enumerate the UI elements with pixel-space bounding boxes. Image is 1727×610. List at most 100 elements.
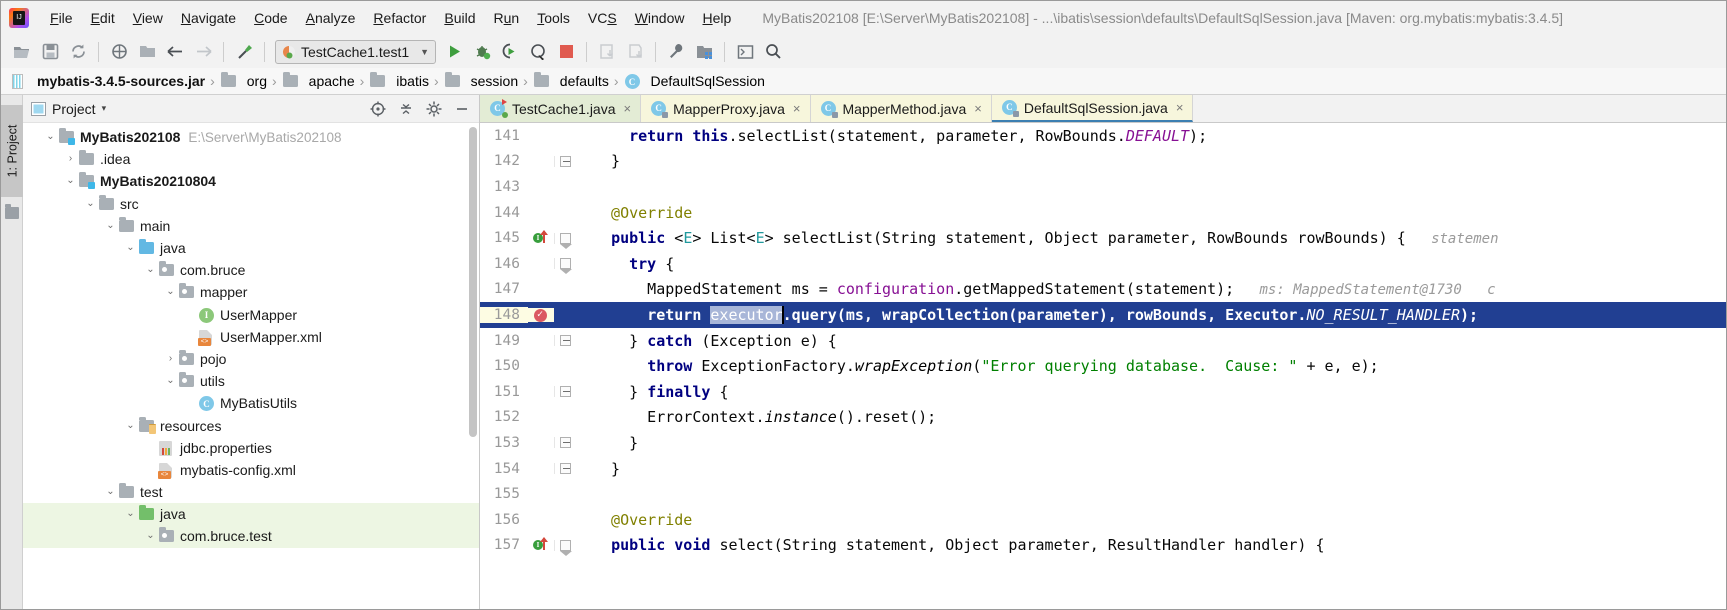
code-line-148[interactable]: 148 ✓ return executor.query(ms, wrapColle… xyxy=(480,302,1726,328)
fold-region-marker[interactable] xyxy=(554,463,576,475)
menu-item-window[interactable]: Window xyxy=(626,6,694,30)
tree-twisty[interactable]: ⌄ xyxy=(83,198,98,209)
module-icon[interactable] xyxy=(134,39,160,65)
tree-node-com-bruce[interactable]: ⌄ com.bruce xyxy=(23,259,479,281)
menu-item-refactor[interactable]: Refactor xyxy=(364,6,435,30)
menu-item-navigate[interactable]: Navigate xyxy=(172,6,245,30)
code-text[interactable]: @Override xyxy=(585,511,1726,529)
code-line-147[interactable]: 147 MappedStatement ms = configuration.g… xyxy=(480,277,1726,303)
code-text[interactable]: MappedStatement ms = configuration.getMa… xyxy=(585,280,1726,298)
gutter-marker[interactable]: I xyxy=(528,230,554,246)
code-line-150[interactable]: 150 throw ExceptionFactory.wrapException… xyxy=(480,353,1726,379)
code-line-156[interactable]: 156 @Override xyxy=(480,507,1726,533)
implementing-method-icon[interactable]: I xyxy=(533,230,549,246)
fold-start-icon[interactable] xyxy=(560,539,572,556)
tree-node-mybatis20210804[interactable]: ⌄ MyBatis20210804 xyxy=(23,170,479,192)
editor-tab-mapperproxy-java[interactable]: C MapperProxy.java × xyxy=(641,95,811,122)
menu-item-build[interactable]: Build xyxy=(435,6,484,30)
breadcrumb-item-defaultsqlsession[interactable]: C DefaultSqlSession xyxy=(621,73,768,89)
commit-icon[interactable] xyxy=(622,39,648,65)
structure-dialog-icon[interactable] xyxy=(691,39,717,65)
fold-region-marker[interactable] xyxy=(554,386,576,398)
gutter-marker[interactable]: I xyxy=(528,537,554,553)
project-tree[interactable]: ⌄ MyBatis202108 E:\Server\MyBatis202108 › .i… xyxy=(23,123,479,609)
menu-item-file[interactable]: File xyxy=(41,6,82,30)
close-icon[interactable]: × xyxy=(793,101,801,116)
tree-node-jdbc-properties[interactable]: jdbc.properties xyxy=(23,437,479,459)
synchronize-icon[interactable] xyxy=(65,39,91,65)
menu-item-help[interactable]: Help xyxy=(694,6,741,30)
menu-item-run[interactable]: Run xyxy=(484,6,528,30)
fold-end-icon[interactable] xyxy=(560,335,571,347)
menu-item-edit[interactable]: Edit xyxy=(82,6,124,30)
code-text[interactable]: ErrorContext.instance().reset(); xyxy=(585,408,1726,426)
tree-node-src[interactable]: ⌄ src xyxy=(23,193,479,215)
code-line-143[interactable]: 143 xyxy=(480,174,1726,200)
code-line-152[interactable]: 152 ErrorContext.instance().reset(); xyxy=(480,405,1726,431)
tree-twisty[interactable]: ⌄ xyxy=(143,531,158,541)
editor-tab-testcache1-java[interactable]: C TestCache1.java × xyxy=(480,95,642,122)
code-line-153[interactable]: 153 } xyxy=(480,430,1726,456)
fold-end-icon[interactable] xyxy=(560,386,571,398)
terminal-icon[interactable] xyxy=(732,39,758,65)
run-button[interactable] xyxy=(441,39,467,65)
code-text[interactable]: return executor.query(ms, wrapCollection… xyxy=(585,305,1726,325)
tree-node-mybatis-config-xml[interactable]: mybatis-config.xml xyxy=(23,459,479,481)
collapse-all-icon[interactable] xyxy=(395,98,417,120)
navigate-forward-icon[interactable] xyxy=(190,39,216,65)
tree-twisty[interactable]: ⌄ xyxy=(143,265,158,275)
project-structure-icon[interactable] xyxy=(106,39,132,65)
code-text[interactable]: public <E> List<E> selectList(String sta… xyxy=(585,229,1726,247)
tree-twisty[interactable]: ⌄ xyxy=(123,243,138,253)
menu-item-view[interactable]: View xyxy=(124,6,172,30)
breadcrumb-item-session[interactable]: session xyxy=(441,72,521,89)
tree-twisty[interactable]: › xyxy=(163,353,178,364)
fold-end-icon[interactable] xyxy=(560,437,571,449)
search-everywhere-icon[interactable] xyxy=(760,39,786,65)
breakpoint-icon[interactable]: ✓ xyxy=(534,308,548,322)
code-text[interactable]: @Override xyxy=(585,204,1726,222)
code-line-151[interactable]: 151 } finally { xyxy=(480,379,1726,405)
code-line-144[interactable]: 144 @Override xyxy=(480,200,1726,226)
tree-node-main[interactable]: ⌄ main xyxy=(23,215,479,237)
fold-start-icon[interactable] xyxy=(560,232,572,249)
breadcrumb-item-apache[interactable]: apache xyxy=(279,72,358,89)
fold-region-marker[interactable] xyxy=(554,258,576,275)
code-line-154[interactable]: 154 } xyxy=(480,456,1726,482)
tree-twisty[interactable]: ⌄ xyxy=(43,132,58,142)
code-editor[interactable]: 141 return this.selectList(statement, pa… xyxy=(480,123,1726,609)
tree-node-com-bruce-test[interactable]: ⌄ com.bruce.test xyxy=(23,525,479,548)
project-tree-scrollbar[interactable] xyxy=(469,127,477,437)
code-line-149[interactable]: 149 } catch (Exception e) { xyxy=(480,328,1726,354)
tree-twisty[interactable]: ⌄ xyxy=(163,287,178,297)
fold-start-icon[interactable] xyxy=(560,258,572,275)
breadcrumb-item-defaults[interactable]: defaults xyxy=(530,72,612,89)
code-text[interactable]: public void select(String statement, Obj… xyxy=(585,536,1726,554)
hide-window-icon[interactable] xyxy=(451,98,473,120)
code-text[interactable]: } xyxy=(585,152,1726,170)
code-text[interactable]: } xyxy=(585,460,1726,478)
open-project-icon[interactable] xyxy=(9,39,35,65)
close-icon[interactable]: × xyxy=(1176,100,1184,115)
stop-button[interactable] xyxy=(553,39,579,65)
run-configuration-selector[interactable]: TestCache1.test1 ▼ xyxy=(275,39,437,64)
run-with-coverage-button[interactable] xyxy=(497,39,523,65)
code-text[interactable]: } finally { xyxy=(585,383,1726,401)
update-project-icon[interactable] xyxy=(594,39,620,65)
tree-twisty[interactable]: ⌄ xyxy=(163,376,178,386)
menu-item-code[interactable]: Code xyxy=(245,6,296,30)
tree-node-pojo[interactable]: › pojo xyxy=(23,348,479,370)
menu-item-analyze[interactable]: Analyze xyxy=(297,6,365,30)
fold-end-icon[interactable] xyxy=(560,463,571,475)
build-project-icon[interactable] xyxy=(231,39,257,65)
tree-node-mybatis202108[interactable]: ⌄ MyBatis202108 E:\Server\MyBatis202108 xyxy=(23,126,479,148)
code-line-141[interactable]: 141 return this.selectList(statement, pa… xyxy=(480,123,1726,149)
tree-node-mybatisutils[interactable]: C MyBatisUtils xyxy=(23,392,479,414)
tree-twisty[interactable]: ⌄ xyxy=(63,176,78,186)
editor-tab-mappermethod-java[interactable]: C MapperMethod.java × xyxy=(810,95,992,122)
tree-twisty[interactable]: ⌄ xyxy=(123,509,138,519)
tree-node-java[interactable]: ⌄ java xyxy=(23,237,479,259)
fold-region-marker[interactable] xyxy=(554,539,576,556)
code-text[interactable]: } catch (Exception e) { xyxy=(585,332,1726,350)
tree-node-usermapper-xml[interactable]: UserMapper.xml xyxy=(23,326,479,348)
